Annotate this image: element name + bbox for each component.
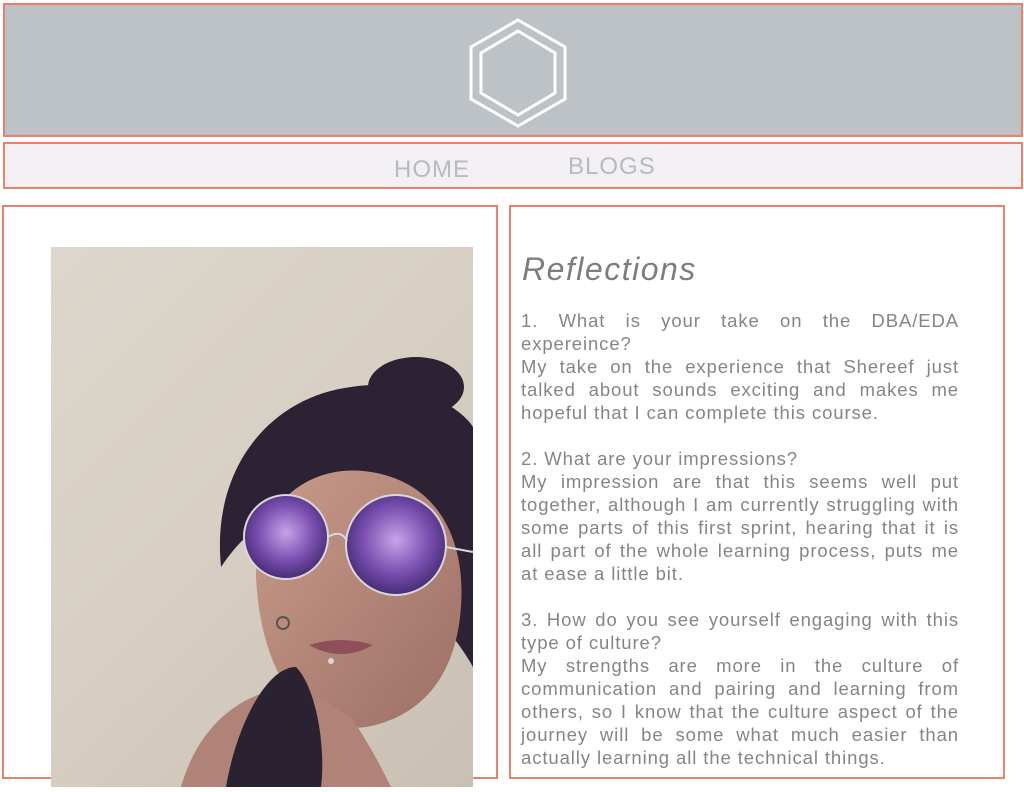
reflections-title: Reflections: [522, 251, 697, 287]
photo-panel: [2, 205, 498, 787]
reflection-question: 2. What are your impressions?: [521, 448, 798, 469]
reflection-question: 3. How do you see yourself engaging with…: [521, 609, 959, 653]
hexagon-logo-icon[interactable]: [467, 17, 569, 129]
portrait-photo: [51, 247, 473, 787]
reflections-body: 1. What is your take on the DBA/EDA expe…: [521, 309, 959, 792]
site-header: [3, 3, 1023, 137]
reflection-section-3: 3. How do you see yourself engaging with…: [521, 608, 959, 769]
reflections-panel: Reflections 1. What is your take on the …: [509, 205, 1005, 779]
reflection-section-2: 2. What are your impressions? My impress…: [521, 447, 959, 585]
reflection-answer: My take on the experience that Shereef j…: [521, 356, 959, 423]
portrait-illustration: [181, 357, 473, 787]
reflection-question: 1. What is your take on the DBA/EDA expe…: [521, 310, 959, 354]
reflection-answer: My impression are that this seems well p…: [521, 471, 959, 584]
nav-blogs-link[interactable]: BLOGS: [568, 153, 656, 181]
reflection-section-1: 1. What is your take on the DBA/EDA expe…: [521, 309, 959, 424]
main-nav: HOME BLOGS: [3, 142, 1023, 189]
reflection-answer: My strengths are more in the culture of …: [521, 655, 959, 768]
nav-home-link[interactable]: HOME: [394, 156, 470, 184]
